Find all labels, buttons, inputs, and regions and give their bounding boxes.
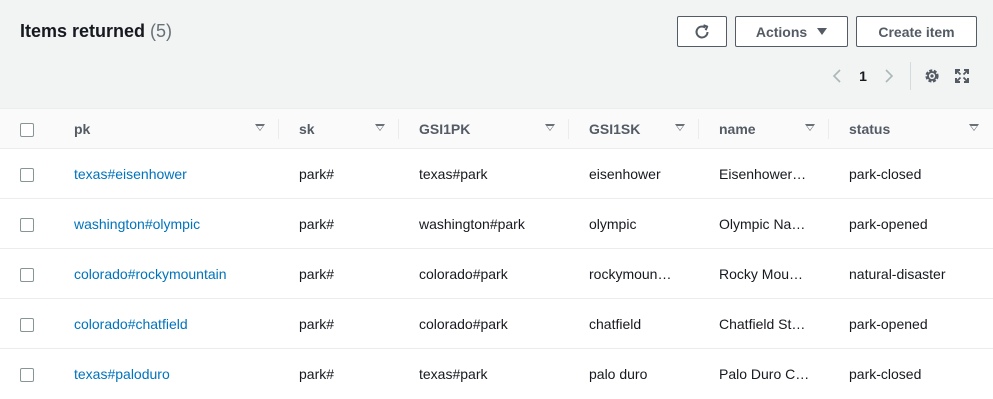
row-select-cell: [0, 198, 54, 249]
column-label: sk: [299, 120, 315, 137]
sort-caret-icon[interactable]: [255, 124, 265, 131]
item-link[interactable]: washington#olympic: [74, 216, 200, 232]
cell-pk: colorado#rockymountain: [54, 248, 279, 299]
page-title: Items returned (5): [20, 20, 172, 42]
pagination: 1: [826, 64, 900, 88]
current-page[interactable]: 1: [848, 68, 878, 84]
item-link[interactable]: colorado#rockymountain: [74, 266, 227, 282]
row-select-cell: [0, 349, 54, 399]
item-count: (5): [150, 21, 173, 41]
row-checkbox[interactable]: [20, 167, 34, 182]
pager-divider: [910, 62, 911, 90]
expand-icon: [955, 69, 969, 83]
title-text: Items returned: [20, 21, 146, 41]
table-header-panel: Items returned (5) Actions Create item 1: [0, 0, 993, 108]
cell-gsi1sk: chatfield: [569, 298, 699, 349]
cell-status: park-opened: [829, 198, 993, 249]
sort-caret-icon[interactable]: [375, 124, 385, 131]
cell-gsi1pk: colorado#park: [399, 298, 569, 349]
create-item-label: Create item: [878, 23, 955, 40]
row-select-cell: [0, 248, 54, 299]
cell-sk: park#: [279, 298, 399, 349]
table-row[interactable]: colorado#rockymountain park# colorado#pa…: [0, 248, 993, 299]
cell-sk: park#: [279, 198, 399, 249]
column-label: pk: [74, 120, 91, 137]
actions-label: Actions: [755, 23, 808, 40]
cell-gsi1pk: texas#park: [419, 365, 488, 382]
items-table: pk sk GSI1PK GSI1SK name status texas#ei…: [0, 108, 993, 399]
cell-gsi1sk: palo duro: [589, 365, 648, 382]
cell-gsi1pk: texas#park: [399, 148, 569, 199]
cell-pk: colorado#chatfield: [54, 298, 279, 349]
cell-pk: washington#olympic: [54, 198, 279, 249]
column-header-status[interactable]: status: [829, 108, 993, 149]
gear-icon: [925, 69, 939, 83]
sort-caret-icon[interactable]: [675, 124, 685, 131]
row-checkbox[interactable]: [20, 217, 34, 232]
fullscreen-button[interactable]: [952, 66, 972, 86]
chevron-left-icon: [832, 69, 841, 83]
column-header-sk[interactable]: sk: [279, 108, 399, 149]
cell-gsi1sk: eisenhower: [569, 148, 699, 199]
column-header-name[interactable]: name: [699, 108, 829, 149]
column-label: GSI1SK: [589, 120, 641, 137]
next-page-button[interactable]: [878, 64, 900, 88]
table-row[interactable]: colorado#chatfield park# colorado#park c…: [0, 298, 993, 349]
item-link[interactable]: colorado#chatfield: [74, 316, 188, 332]
row-checkbox[interactable]: [20, 367, 34, 382]
actions-dropdown-button[interactable]: Actions: [735, 16, 848, 47]
cell-pk: texas#eisenhower: [54, 148, 279, 199]
cell-gsi1pk: washington#park: [399, 198, 569, 249]
sort-caret-icon[interactable]: [805, 124, 815, 131]
select-all-checkbox[interactable]: [20, 122, 34, 137]
cell-status: park-opened: [829, 298, 993, 349]
cell-name: Rocky Mou…: [699, 248, 829, 299]
cell-status: park-closed: [849, 365, 922, 382]
caret-down-icon: [817, 28, 828, 35]
cell-name: Eisenhower…: [699, 148, 829, 199]
item-link[interactable]: texas#eisenhower: [74, 166, 187, 182]
cell-gsi1sk: rockymoun…: [569, 248, 699, 299]
table-row[interactable]: washington#olympic park# washington#park…: [0, 198, 993, 249]
column-header-gsi1pk[interactable]: GSI1PK: [399, 108, 569, 149]
table-row[interactable]: texas#eisenhower park# texas#park eisenh…: [0, 148, 993, 199]
cell-status: park-closed: [829, 148, 993, 199]
cell-sk: park#: [279, 248, 399, 299]
create-item-button[interactable]: Create item: [856, 16, 977, 47]
table-row[interactable]: texas#paloduro park# texas#park palo dur…: [0, 349, 993, 399]
sort-caret-icon[interactable]: [969, 124, 979, 131]
sort-caret-icon[interactable]: [545, 124, 555, 131]
column-label: status: [849, 120, 891, 137]
preferences-button[interactable]: [922, 66, 942, 86]
cell-gsi1pk: colorado#park: [399, 248, 569, 299]
column-label: GSI1PK: [419, 120, 471, 137]
refresh-button[interactable]: [677, 16, 727, 47]
chevron-right-icon: [885, 69, 894, 83]
row-select-cell: [0, 148, 54, 199]
select-all-cell: [0, 108, 54, 149]
row-checkbox[interactable]: [20, 317, 34, 332]
cell-name: Chatfield St…: [699, 298, 829, 349]
table-header-row: pk sk GSI1PK GSI1SK name status: [0, 108, 993, 149]
item-link[interactable]: texas#paloduro: [74, 366, 170, 382]
cell-pk: texas#paloduro: [54, 349, 279, 399]
cell-status: natural-disaster: [829, 248, 993, 299]
cell-name: Palo Duro C…: [719, 365, 810, 382]
cell-name: Olympic Na…: [699, 198, 829, 249]
row-checkbox[interactable]: [20, 267, 34, 282]
cell-sk: park#: [299, 365, 335, 382]
cell-sk: park#: [279, 148, 399, 199]
column-label: name: [719, 120, 756, 137]
prev-page-button[interactable]: [826, 64, 848, 88]
column-header-pk[interactable]: pk: [54, 108, 279, 149]
column-header-gsi1sk[interactable]: GSI1SK: [569, 108, 699, 149]
row-select-cell: [0, 298, 54, 349]
cell-gsi1sk: olympic: [569, 198, 699, 249]
refresh-icon: [695, 23, 709, 38]
